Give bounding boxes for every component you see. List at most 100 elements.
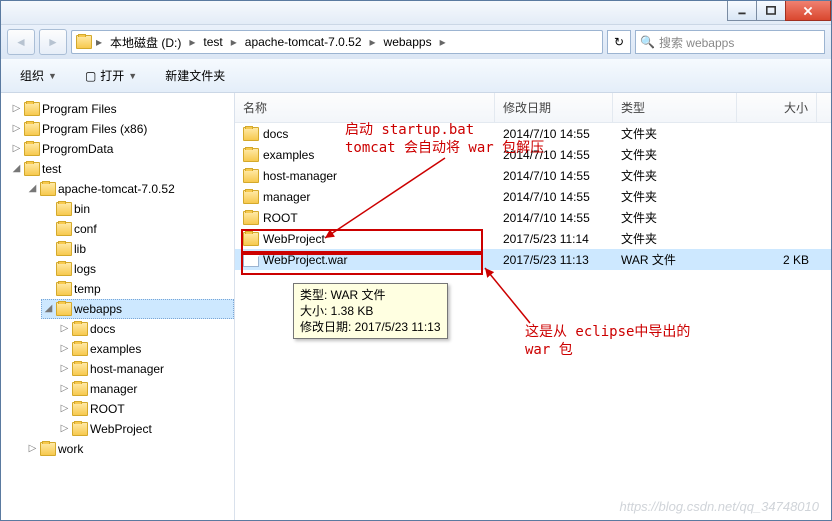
tree-label: docs bbox=[90, 320, 115, 338]
expand-icon[interactable]: ▷ bbox=[27, 444, 38, 455]
tree-label: manager bbox=[90, 380, 137, 398]
expand-icon[interactable]: ▷ bbox=[11, 144, 22, 155]
tree-label: webapps bbox=[74, 300, 122, 318]
folder-icon bbox=[72, 342, 88, 356]
expand-icon[interactable] bbox=[43, 244, 54, 255]
tree-node[interactable]: ▷ROOT bbox=[57, 399, 234, 419]
tree-node[interactable]: ▷ProgromData bbox=[9, 139, 234, 159]
close-button[interactable] bbox=[785, 1, 831, 21]
file-name: docs bbox=[263, 127, 288, 141]
file-date: 2017/5/23 11:14 bbox=[495, 232, 613, 246]
tree-label: work bbox=[58, 440, 83, 458]
file-type: 文件夹 bbox=[613, 188, 737, 205]
breadcrumb[interactable]: ▸ 本地磁盘 (D:) ▸ test ▸ apache-tomcat-7.0.5… bbox=[71, 30, 603, 54]
file-row[interactable]: manager 2014/7/10 14:55文件夹 bbox=[235, 186, 831, 207]
expand-icon[interactable]: ▷ bbox=[59, 324, 70, 335]
file-icon bbox=[243, 253, 259, 267]
file-list[interactable]: 名称 修改日期 类型 大小 docs2014/7/10 14:55文件夹exam… bbox=[235, 93, 831, 520]
file-row[interactable]: ROOT2014/7/10 14:55文件夹 bbox=[235, 207, 831, 228]
col-name[interactable]: 名称 bbox=[235, 93, 495, 122]
file-name: WebProject.war bbox=[263, 253, 347, 267]
search-input[interactable]: 🔍 搜索 webapps bbox=[635, 30, 825, 54]
expand-icon[interactable] bbox=[43, 224, 54, 235]
tree-node[interactable]: ▷ work bbox=[25, 439, 234, 459]
folder-icon bbox=[56, 242, 72, 256]
tree-label: temp bbox=[74, 280, 101, 298]
file-row[interactable]: docs2014/7/10 14:55文件夹 bbox=[235, 123, 831, 144]
tree-node[interactable]: ▷ manager bbox=[57, 379, 234, 399]
file-date: 2014/7/10 14:55 bbox=[495, 169, 613, 183]
expand-icon[interactable]: ▷ bbox=[11, 104, 22, 115]
file-icon: ▢ bbox=[85, 69, 96, 83]
folder-icon bbox=[24, 122, 40, 136]
tree-label: test bbox=[42, 160, 61, 178]
expand-icon[interactable]: ▷ bbox=[59, 344, 70, 355]
folder-icon bbox=[24, 102, 40, 116]
folder-icon bbox=[40, 442, 56, 456]
expand-icon[interactable]: ▷ bbox=[59, 424, 70, 435]
tree-node[interactable]: bin bbox=[41, 199, 234, 219]
col-type[interactable]: 类型 bbox=[613, 93, 737, 122]
window-titlebar bbox=[1, 1, 831, 25]
tree-node[interactable]: lib bbox=[41, 239, 234, 259]
nav-back-button[interactable]: ◄ bbox=[7, 29, 35, 55]
maximize-button[interactable] bbox=[756, 1, 786, 21]
tree-label: conf bbox=[74, 220, 97, 238]
col-size[interactable]: 大小 bbox=[737, 93, 817, 122]
file-date: 2014/7/10 14:55 bbox=[495, 190, 613, 204]
tree-label: logs bbox=[74, 260, 96, 278]
breadcrumb-item[interactable]: test bbox=[199, 33, 226, 51]
tree-label: bin bbox=[74, 200, 90, 218]
new-folder-button[interactable]: 新建文件夹 bbox=[154, 62, 236, 89]
organize-button[interactable]: 组织▼ bbox=[9, 62, 68, 89]
search-icon: 🔍 bbox=[640, 35, 655, 49]
expand-icon[interactable]: ▷ bbox=[59, 384, 70, 395]
folder-icon bbox=[243, 211, 259, 225]
file-name: host-manager bbox=[263, 169, 337, 183]
nav-forward-button[interactable]: ► bbox=[39, 29, 67, 55]
expand-icon[interactable]: ▷ bbox=[59, 364, 70, 375]
minimize-button[interactable] bbox=[727, 1, 757, 21]
tree-node[interactable]: temp bbox=[41, 279, 234, 299]
tree-node[interactable]: ◢ test bbox=[9, 159, 234, 179]
tree-node[interactable]: conf bbox=[41, 219, 234, 239]
breadcrumb-item[interactable]: webapps bbox=[380, 33, 436, 51]
folder-icon bbox=[72, 402, 88, 416]
breadcrumb-item[interactable]: apache-tomcat-7.0.52 bbox=[241, 33, 366, 51]
tree-node[interactable]: ◢ apache-tomcat-7.0.52 bbox=[25, 179, 234, 199]
tree-node[interactable]: ◢ webapps bbox=[41, 299, 234, 319]
expand-icon[interactable] bbox=[43, 204, 54, 215]
file-date: 2014/7/10 14:55 bbox=[495, 127, 613, 141]
file-type: WAR 文件 bbox=[613, 251, 737, 268]
tree-node[interactable]: ▷examples bbox=[57, 339, 234, 359]
expand-icon[interactable]: ◢ bbox=[11, 164, 22, 175]
tree-node[interactable]: ▷ docs bbox=[57, 319, 234, 339]
tree-label: apache-tomcat-7.0.52 bbox=[58, 180, 175, 198]
tree-node[interactable]: ▷Program Files bbox=[9, 99, 234, 119]
tree-node[interactable]: ▷host-manager bbox=[57, 359, 234, 379]
file-row[interactable]: host-manager2014/7/10 14:55文件夹 bbox=[235, 165, 831, 186]
col-date[interactable]: 修改日期 bbox=[495, 93, 613, 122]
refresh-button[interactable]: ↻ bbox=[607, 30, 631, 54]
file-row[interactable]: WebProject2017/5/23 11:14文件夹 bbox=[235, 228, 831, 249]
folder-icon bbox=[72, 382, 88, 396]
breadcrumb-item[interactable]: 本地磁盘 (D:) bbox=[106, 32, 185, 53]
column-headers[interactable]: 名称 修改日期 类型 大小 bbox=[235, 93, 831, 123]
tree-node[interactable]: ▷Program Files (x86) bbox=[9, 119, 234, 139]
folder-tree[interactable]: ▷Program Files▷Program Files (x86)▷Progr… bbox=[1, 93, 235, 520]
tree-label: lib bbox=[74, 240, 86, 258]
expand-icon[interactable] bbox=[43, 264, 54, 275]
file-name: WebProject bbox=[263, 232, 325, 246]
expand-icon[interactable]: ▷ bbox=[11, 124, 22, 135]
expand-icon[interactable] bbox=[43, 284, 54, 295]
file-row[interactable]: examples2014/7/10 14:55文件夹 bbox=[235, 144, 831, 165]
tree-node[interactable]: ▷WebProject bbox=[57, 419, 234, 439]
expand-icon[interactable]: ▷ bbox=[59, 404, 70, 415]
file-row[interactable]: WebProject.war2017/5/23 11:13WAR 文件2 KB bbox=[235, 249, 831, 270]
open-button[interactable]: ▢打开▼ bbox=[74, 62, 148, 89]
expand-icon[interactable]: ◢ bbox=[43, 304, 54, 315]
expand-icon[interactable]: ◢ bbox=[27, 184, 38, 195]
tree-node[interactable]: logs bbox=[41, 259, 234, 279]
file-name: manager bbox=[263, 190, 310, 204]
folder-icon bbox=[243, 169, 259, 183]
